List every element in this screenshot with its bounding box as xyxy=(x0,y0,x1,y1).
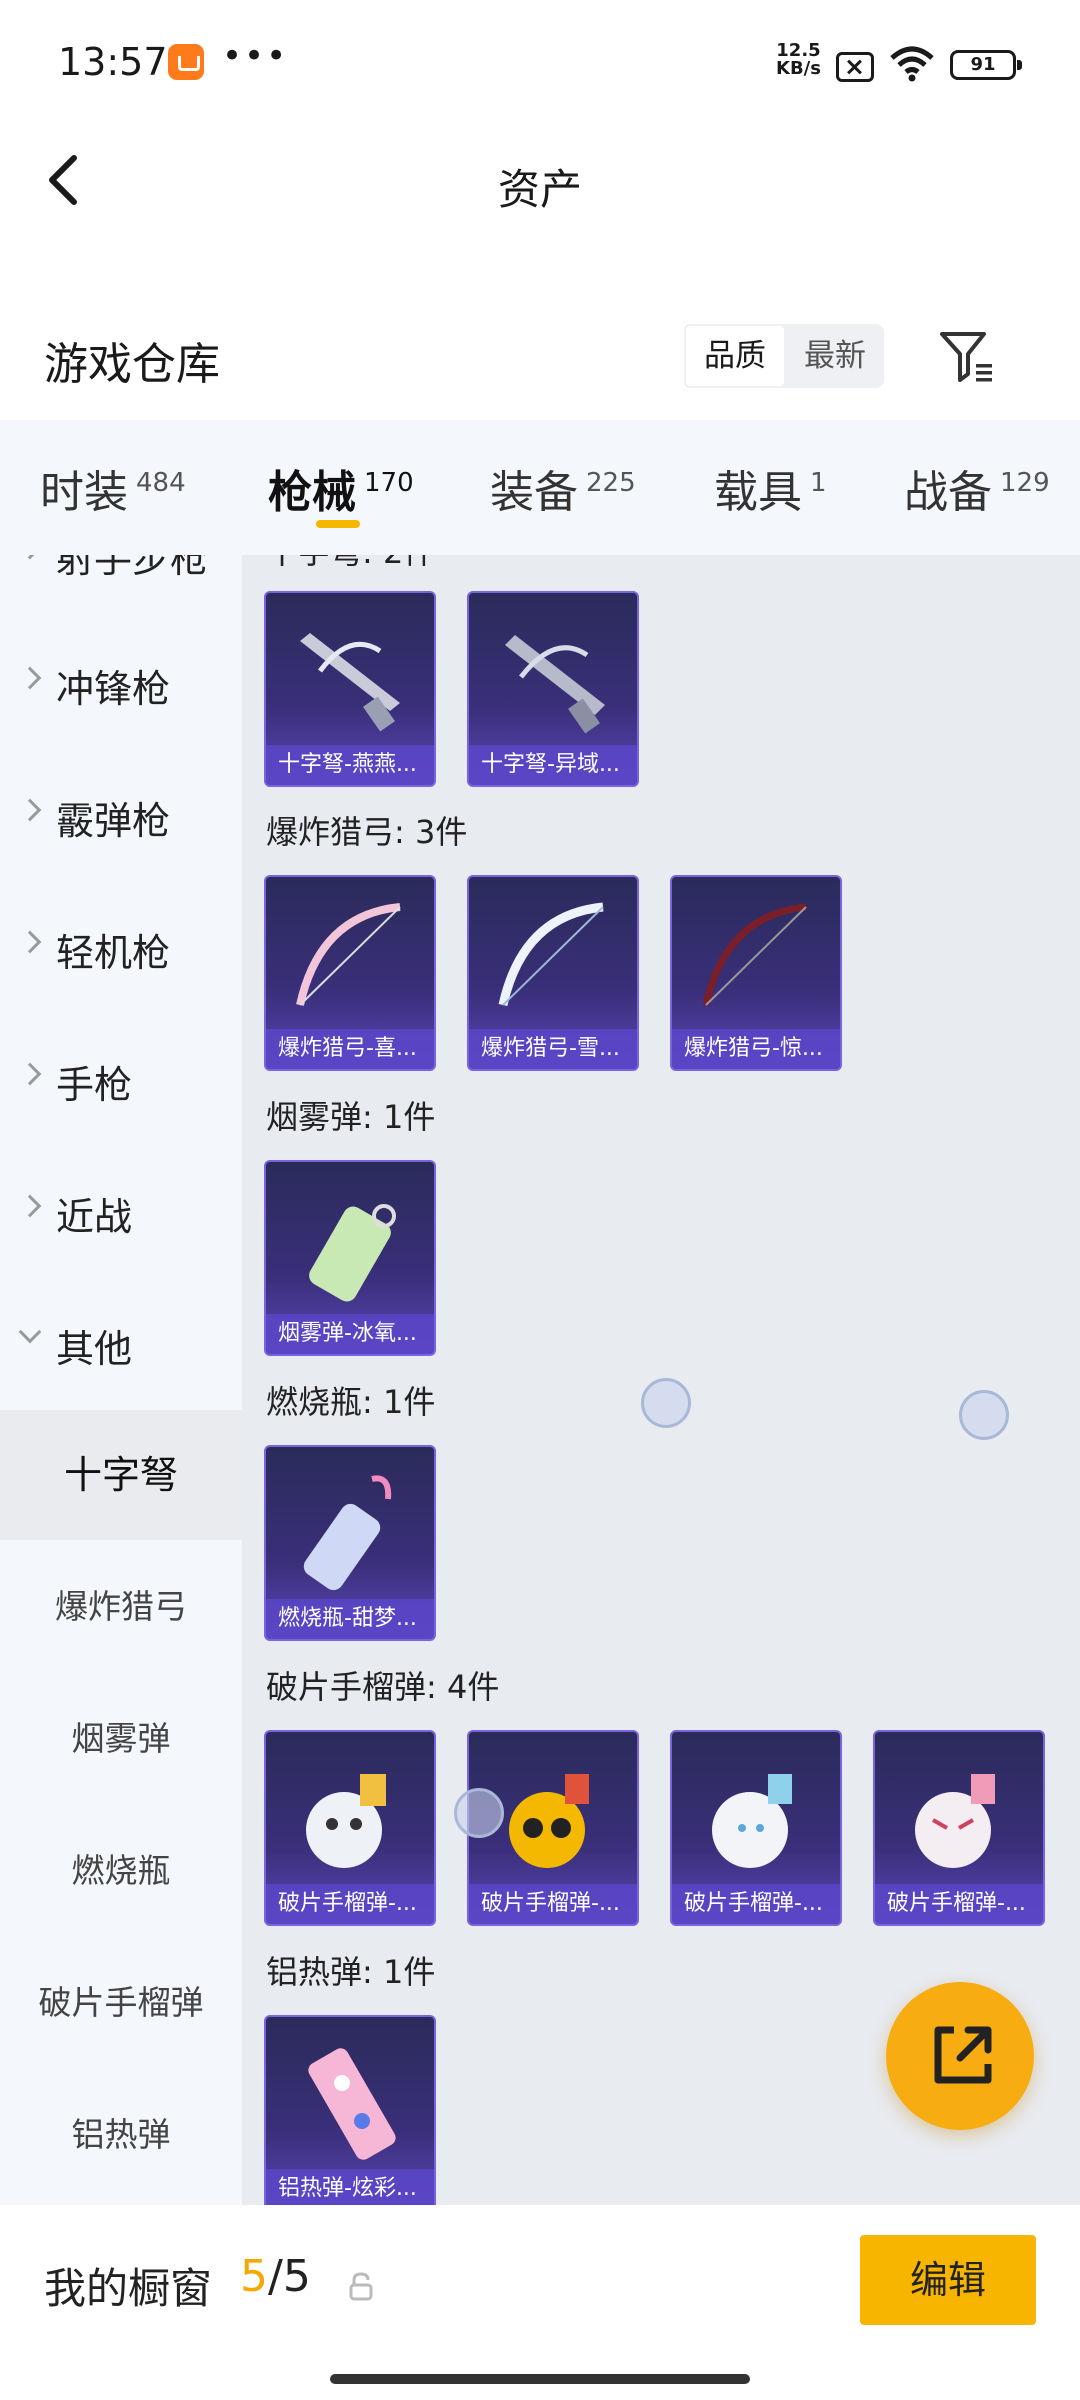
sidebar-item-shotgun[interactable]: 霰弹枪 xyxy=(0,752,242,882)
sidebar-sub-thermite[interactable]: 铝热弹 xyxy=(0,2070,242,2200)
sidebar-sub-smoke-grenade[interactable]: 烟雾弹 xyxy=(0,1674,242,1804)
shopping-bag-icon xyxy=(168,44,204,80)
tab-equipment[interactable]: 装备 225 xyxy=(490,456,636,520)
chevron-right-icon xyxy=(18,1062,42,1086)
filter-icon[interactable] xyxy=(938,328,996,386)
battery-indicator: 91 xyxy=(950,50,1022,80)
item-card[interactable]: 爆炸猎弓-喜... xyxy=(264,875,436,1071)
sort-toggle: 品质 最新 xyxy=(684,324,884,388)
share-external-icon xyxy=(934,2026,992,2084)
tab-firearms[interactable]: 枪械 170 xyxy=(268,456,414,520)
sort-newest-button[interactable]: 最新 xyxy=(786,324,884,388)
touch-indicator xyxy=(454,1788,504,1838)
warehouse-title: 游戏仓库 xyxy=(44,339,220,390)
showcase-bar: 我的橱窗 5/5 编辑 xyxy=(0,2205,1080,2400)
group-label-crossbow: 十字弩: 2件 xyxy=(266,555,435,573)
sidebar-item-marksman-rifle[interactable]: 射手步枪 xyxy=(0,555,242,620)
edit-button[interactable]: 编辑 xyxy=(860,2235,1036,2325)
item-card[interactable]: 破片手榴弹-... xyxy=(670,1730,842,1926)
subcategory-sidebar[interactable]: 射手步枪 冲锋枪 霰弹枪 轻机枪 手枪 近战 其他 十字弩 爆炸猎弓 烟雾弹 燃… xyxy=(0,555,242,2205)
no-sim-icon xyxy=(836,52,874,82)
frag-grenade-art xyxy=(915,1774,995,1868)
sidebar-item-other[interactable]: 其他 xyxy=(0,1280,242,1410)
showcase-count: 5/5 xyxy=(240,2251,311,2302)
item-card[interactable]: 十字弩-燕燕... xyxy=(264,591,436,787)
sidebar-sub-molotov[interactable]: 燃烧瓶 xyxy=(0,1806,242,1936)
sidebar-item-pistol[interactable]: 手枪 xyxy=(0,1016,242,1146)
tab-vehicles[interactable]: 载具 1 xyxy=(714,456,827,520)
tab-fashion[interactable]: 时装 484 xyxy=(40,456,186,520)
molotov-art xyxy=(303,1475,392,1591)
status-bar: 13:57 ••• 12.5 KB/s 91 xyxy=(0,0,1080,120)
group-label-explosive-bow: 爆炸猎弓: 3件 xyxy=(266,813,468,851)
top-app-bar: 资产 xyxy=(0,120,1080,240)
sidebar-sub-frag-grenade[interactable]: 破片手榴弹 xyxy=(0,1938,242,2068)
chevron-right-icon xyxy=(18,930,42,954)
item-card[interactable]: 破片手榴弹-... xyxy=(264,1730,436,1926)
home-indicator[interactable] xyxy=(330,2374,750,2384)
frag-grenade-art xyxy=(712,1774,792,1868)
lock-icon xyxy=(349,2272,373,2301)
showcase-title: 我的橱窗 xyxy=(44,2264,213,2313)
sidebar-sub-explosive-bow[interactable]: 爆炸猎弓 xyxy=(0,1542,242,1672)
chevron-right-icon xyxy=(18,798,42,822)
sidebar-item-lmg[interactable]: 轻机枪 xyxy=(0,884,242,1014)
wifi-icon xyxy=(890,46,934,82)
touch-indicator xyxy=(641,1378,691,1428)
more-notifications-icon: ••• xyxy=(222,36,289,76)
thermite-art xyxy=(308,2048,396,2160)
item-grid[interactable]: 十字弩: 2件 十字弩-燕燕... 十字弩-异域... 爆炸猎弓: 3件 爆炸猎… xyxy=(242,555,1080,2205)
group-label-molotov: 燃烧瓶: 1件 xyxy=(266,1383,436,1421)
bow-art xyxy=(296,903,401,1006)
item-card[interactable]: 燃烧瓶-甜梦... xyxy=(264,1445,436,1641)
frag-grenade-art xyxy=(306,1774,386,1868)
item-card[interactable]: 铝热弹-炫彩... xyxy=(264,2015,436,2205)
chevron-right-icon xyxy=(18,666,42,690)
smoke-grenade-art xyxy=(309,1204,396,1302)
status-time: 13:57 xyxy=(58,40,168,84)
frag-grenade-art xyxy=(509,1774,589,1868)
group-label-thermite: 铝热弹: 1件 xyxy=(266,1953,436,1991)
item-card[interactable]: 烟雾弹-冰氧... xyxy=(264,1160,436,1356)
warehouse-header: 游戏仓库 品质 最新 xyxy=(0,300,1080,410)
group-label-frag-grenade: 破片手榴弹: 4件 xyxy=(266,1668,500,1706)
page-title: 资产 xyxy=(497,165,582,214)
sidebar-item-melee[interactable]: 近战 xyxy=(0,1148,242,1278)
category-tabs: 时装 484 枪械 170 装备 225 载具 1 战备 129 xyxy=(0,420,1080,555)
bow-art xyxy=(498,902,604,1006)
crossbow-art xyxy=(505,635,605,734)
network-speed: 12.5 KB/s xyxy=(776,40,821,79)
bow-art xyxy=(702,903,807,1006)
item-card[interactable]: 爆炸猎弓-惊... xyxy=(670,875,842,1071)
sort-quality-button[interactable]: 品质 xyxy=(684,324,786,388)
group-label-smoke-grenade: 烟雾弹: 1件 xyxy=(266,1098,436,1136)
share-button[interactable] xyxy=(886,1982,1034,2130)
item-card[interactable]: 十字弩-异域... xyxy=(467,591,639,787)
sidebar-item-smg[interactable]: 冲锋枪 xyxy=(0,620,242,750)
tab-tactical[interactable]: 战备 129 xyxy=(904,456,1050,520)
touch-indicator xyxy=(959,1390,1009,1440)
sidebar-sub-crossbow[interactable]: 十字弩 xyxy=(0,1410,242,1540)
item-card[interactable]: 破片手榴弹-... xyxy=(873,1730,1045,1926)
item-card[interactable]: 爆炸猎弓-雪... xyxy=(467,875,639,1071)
active-tab-indicator xyxy=(316,520,360,528)
crossbow-art xyxy=(300,633,400,732)
chevron-down-icon xyxy=(18,1320,42,1344)
chevron-right-icon xyxy=(18,1194,42,1218)
